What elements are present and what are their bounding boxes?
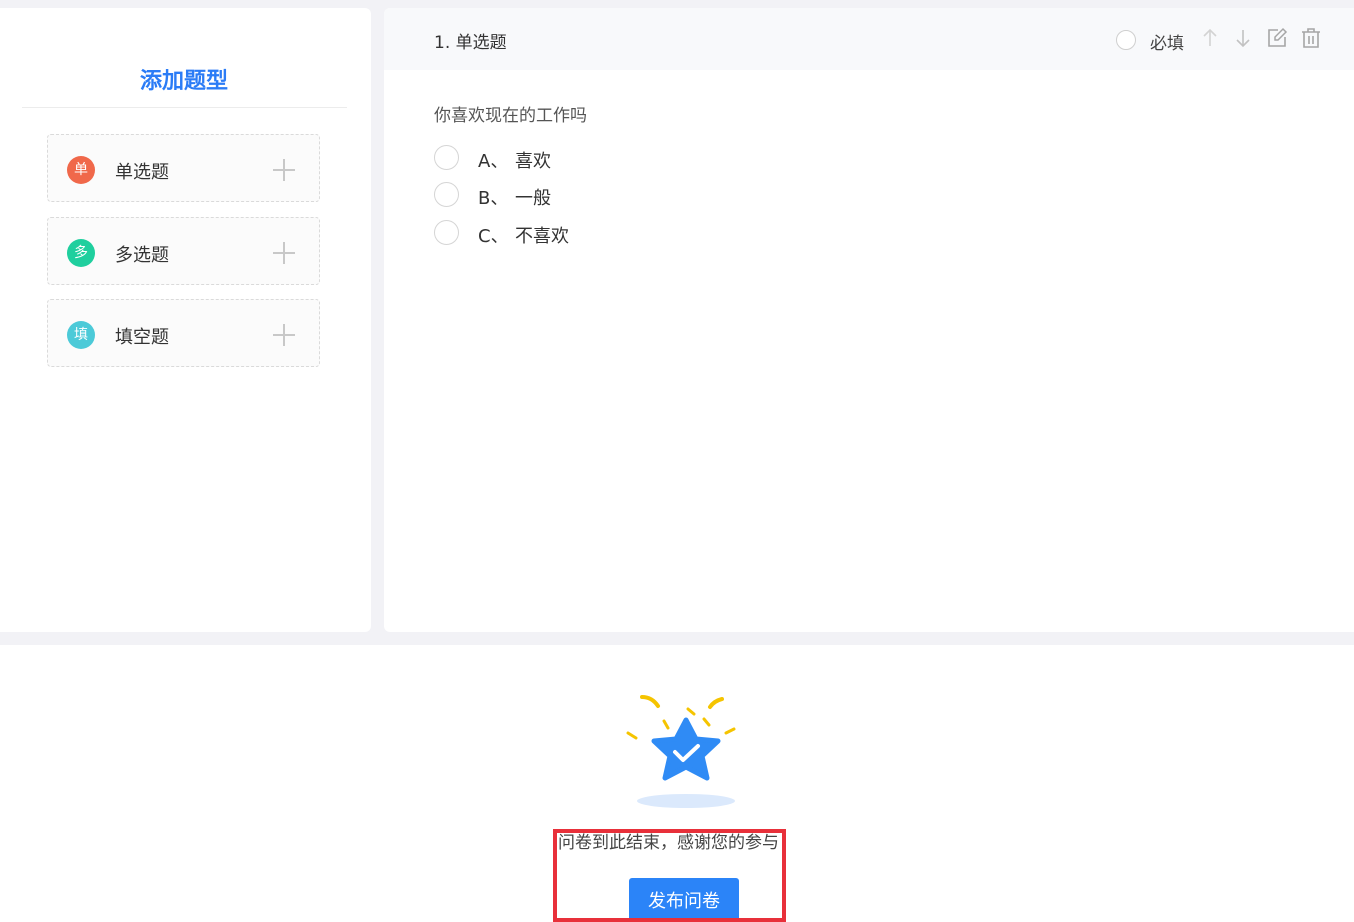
- option-letter: B、: [478, 188, 509, 209]
- add-fill-blank-button[interactable]: 填 填空题: [47, 299, 320, 367]
- plus-icon: [273, 242, 295, 264]
- option-text: 喜欢: [515, 151, 551, 172]
- question-editor: 1. 单选题 必填 你喜欢现在的工作吗 A、 喜欢 B、 一般 C、 不喜欢: [384, 8, 1354, 632]
- fill-blank-badge: 填: [67, 321, 95, 349]
- survey-end-message: 问卷到此结束，感谢您的参与！: [558, 833, 796, 853]
- delete-icon[interactable]: [1300, 27, 1322, 49]
- required-toggle[interactable]: [1116, 30, 1136, 50]
- single-choice-label: 单选题: [115, 162, 169, 183]
- divider: [22, 107, 347, 108]
- multiple-choice-badge: 多: [67, 239, 95, 267]
- edit-icon[interactable]: [1266, 27, 1288, 49]
- question-text: 你喜欢现在的工作吗: [434, 106, 587, 126]
- star-success-icon: [626, 695, 736, 808]
- option-radio[interactable]: [434, 145, 459, 170]
- option-radio[interactable]: [434, 182, 459, 207]
- panel-title: 添加题型: [139, 69, 228, 94]
- add-multiple-choice-button[interactable]: 多 多选题: [47, 217, 320, 285]
- single-choice-badge: 单: [67, 156, 95, 184]
- required-label: 必填: [1150, 34, 1184, 54]
- move-down-icon[interactable]: [1232, 27, 1254, 49]
- fill-blank-label: 填空题: [115, 327, 169, 348]
- option-letter: A、: [478, 151, 509, 172]
- question-type-panel: 添加题型 单 单选题 多 多选题 填 填空题: [0, 8, 371, 632]
- publish-survey-button[interactable]: 发布问卷: [629, 878, 739, 922]
- option-radio[interactable]: [434, 220, 459, 245]
- plus-icon: [273, 324, 295, 346]
- add-single-choice-button[interactable]: 单 单选题: [47, 134, 320, 202]
- survey-end-section: 问卷到此结束，感谢您的参与！ 发布问卷: [0, 645, 1354, 922]
- question-header: 1. 单选题 必填: [384, 8, 1354, 70]
- option-letter: C、: [478, 226, 509, 247]
- question-title: 1. 单选题: [434, 33, 507, 53]
- plus-icon: [273, 159, 295, 181]
- option-text: 一般: [515, 188, 551, 209]
- move-up-icon[interactable]: [1199, 27, 1221, 49]
- multiple-choice-label: 多选题: [115, 245, 169, 266]
- option-text: 不喜欢: [515, 226, 569, 247]
